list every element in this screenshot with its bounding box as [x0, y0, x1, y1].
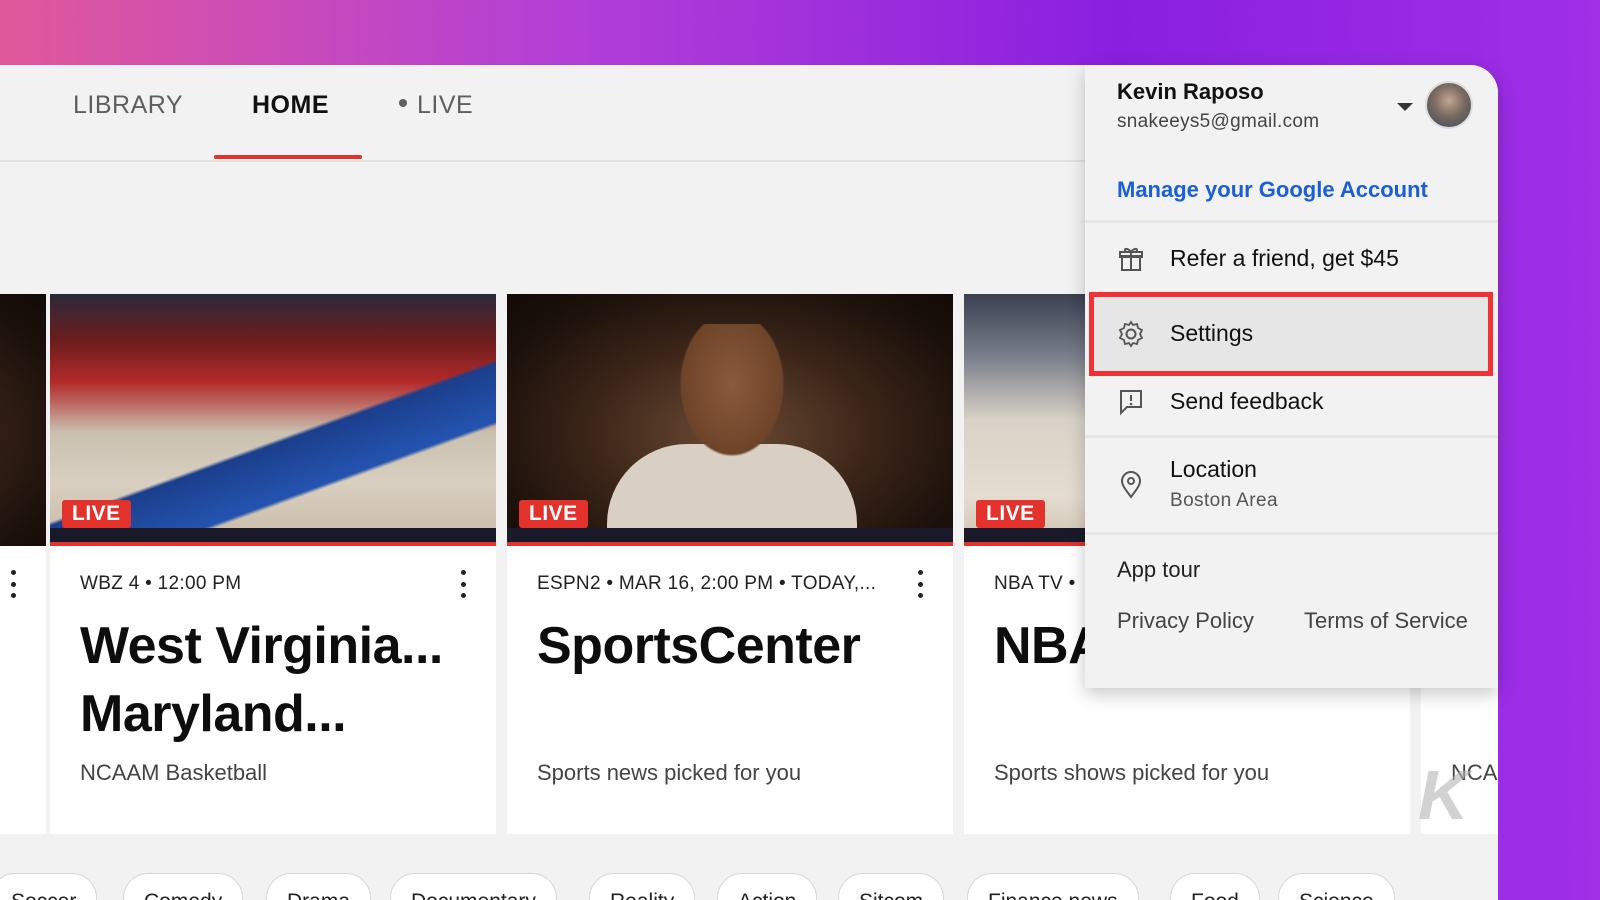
- tab-live-label: LIVE: [417, 91, 474, 119]
- live-progress-bar: [507, 542, 953, 546]
- thumbnail-head: [667, 324, 797, 474]
- more-options-icon[interactable]: [460, 570, 466, 598]
- tab-library[interactable]: LIBRARY: [73, 91, 183, 120]
- chip-documentary[interactable]: Documentary: [390, 873, 557, 900]
- menu-divider: [1085, 220, 1498, 223]
- chip-sitcom[interactable]: Sitcom: [838, 873, 945, 900]
- account-email: snakeeys5@gmail.com: [1117, 111, 1320, 132]
- tab-live[interactable]: LIVE: [399, 91, 473, 120]
- program-subtitle: Sports news picked for you: [537, 760, 802, 785]
- program-card[interactable]: LIVE ESPN2 • MAR 16, 2:00 PM • TODAY,...…: [507, 294, 953, 834]
- chip-action[interactable]: Action: [717, 873, 818, 900]
- more-options-icon[interactable]: [917, 570, 923, 598]
- chip-comedy[interactable]: Comedy: [123, 873, 244, 900]
- account-name: Kevin Raposo: [1117, 79, 1264, 104]
- menu-item-refer[interactable]: Refer a friend, get $45: [1085, 225, 1498, 291]
- gift-icon: [1119, 248, 1143, 271]
- partial-thumbnail: [0, 294, 46, 546]
- chip-food[interactable]: Food: [1170, 873, 1260, 900]
- tab-home[interactable]: HOME: [252, 91, 329, 120]
- privacy-policy-link[interactable]: Privacy Policy: [1117, 608, 1254, 634]
- partial-card-left[interactable]: [0, 294, 46, 834]
- live-badge: LIVE: [976, 500, 1045, 528]
- more-options-icon[interactable]: [10, 570, 16, 598]
- menu-item-feedback[interactable]: Send feedback: [1085, 368, 1498, 434]
- manage-account-link[interactable]: Manage your Google Account: [1117, 177, 1428, 203]
- program-title: West Virginia... Maryland...: [80, 617, 443, 743]
- terms-of-service-link[interactable]: Terms of Service: [1304, 608, 1468, 634]
- location-value: Boston Area: [1170, 490, 1278, 511]
- program-subtitle: NCAAM Basketball: [80, 760, 268, 785]
- menu-item-label: Settings: [1170, 320, 1254, 346]
- program-meta: ESPN2 • MAR 16, 2:00 PM • TODAY,...: [537, 573, 877, 594]
- menu-item-label: Location: [1170, 456, 1257, 482]
- logo-watermark: K: [1418, 756, 1469, 834]
- chip-soccer[interactable]: Soccer: [0, 873, 98, 900]
- menu-item-label: Send feedback: [1170, 388, 1324, 414]
- active-tab-indicator: [214, 155, 362, 159]
- live-badge: LIVE: [519, 500, 588, 528]
- program-title: SportsCenter: [537, 617, 861, 675]
- program-meta: WBZ 4 • 12:00 PM: [80, 573, 242, 594]
- program-card[interactable]: LIVE WBZ 4 • 12:00 PM West Virginia... M…: [50, 294, 496, 834]
- menu-item-label: Refer a friend, get $45: [1170, 245, 1399, 271]
- app-tour-link[interactable]: App tour: [1117, 557, 1200, 583]
- live-badge: LIVE: [62, 500, 131, 528]
- avatar[interactable]: [1425, 81, 1473, 129]
- menu-item-location[interactable]: Location Boston Area: [1085, 438, 1498, 530]
- program-subtitle: Sports shows picked for you: [994, 760, 1270, 785]
- program-meta: NBA TV •: [994, 573, 1076, 594]
- chip-drama[interactable]: Drama: [266, 873, 372, 900]
- chevron-down-icon[interactable]: [1397, 103, 1413, 111]
- live-dot-icon: [399, 99, 407, 108]
- live-progress-bar: [50, 542, 496, 546]
- account-menu: Kevin Raposo snakeeys5@gmail.com Manage …: [1085, 65, 1498, 688]
- gear-icon: [1118, 320, 1144, 348]
- location-pin-icon: [1120, 471, 1142, 499]
- feedback-icon: [1120, 390, 1142, 416]
- chip-finance-news[interactable]: Finance news: [967, 873, 1139, 900]
- menu-item-settings[interactable]: Settings: [1085, 301, 1498, 367]
- genre-chips: Soccer Comedy Drama Documentary Reality …: [0, 865, 1498, 900]
- menu-divider: [1085, 532, 1498, 535]
- chip-reality[interactable]: Reality: [589, 873, 696, 900]
- chip-science[interactable]: Science: [1278, 873, 1395, 900]
